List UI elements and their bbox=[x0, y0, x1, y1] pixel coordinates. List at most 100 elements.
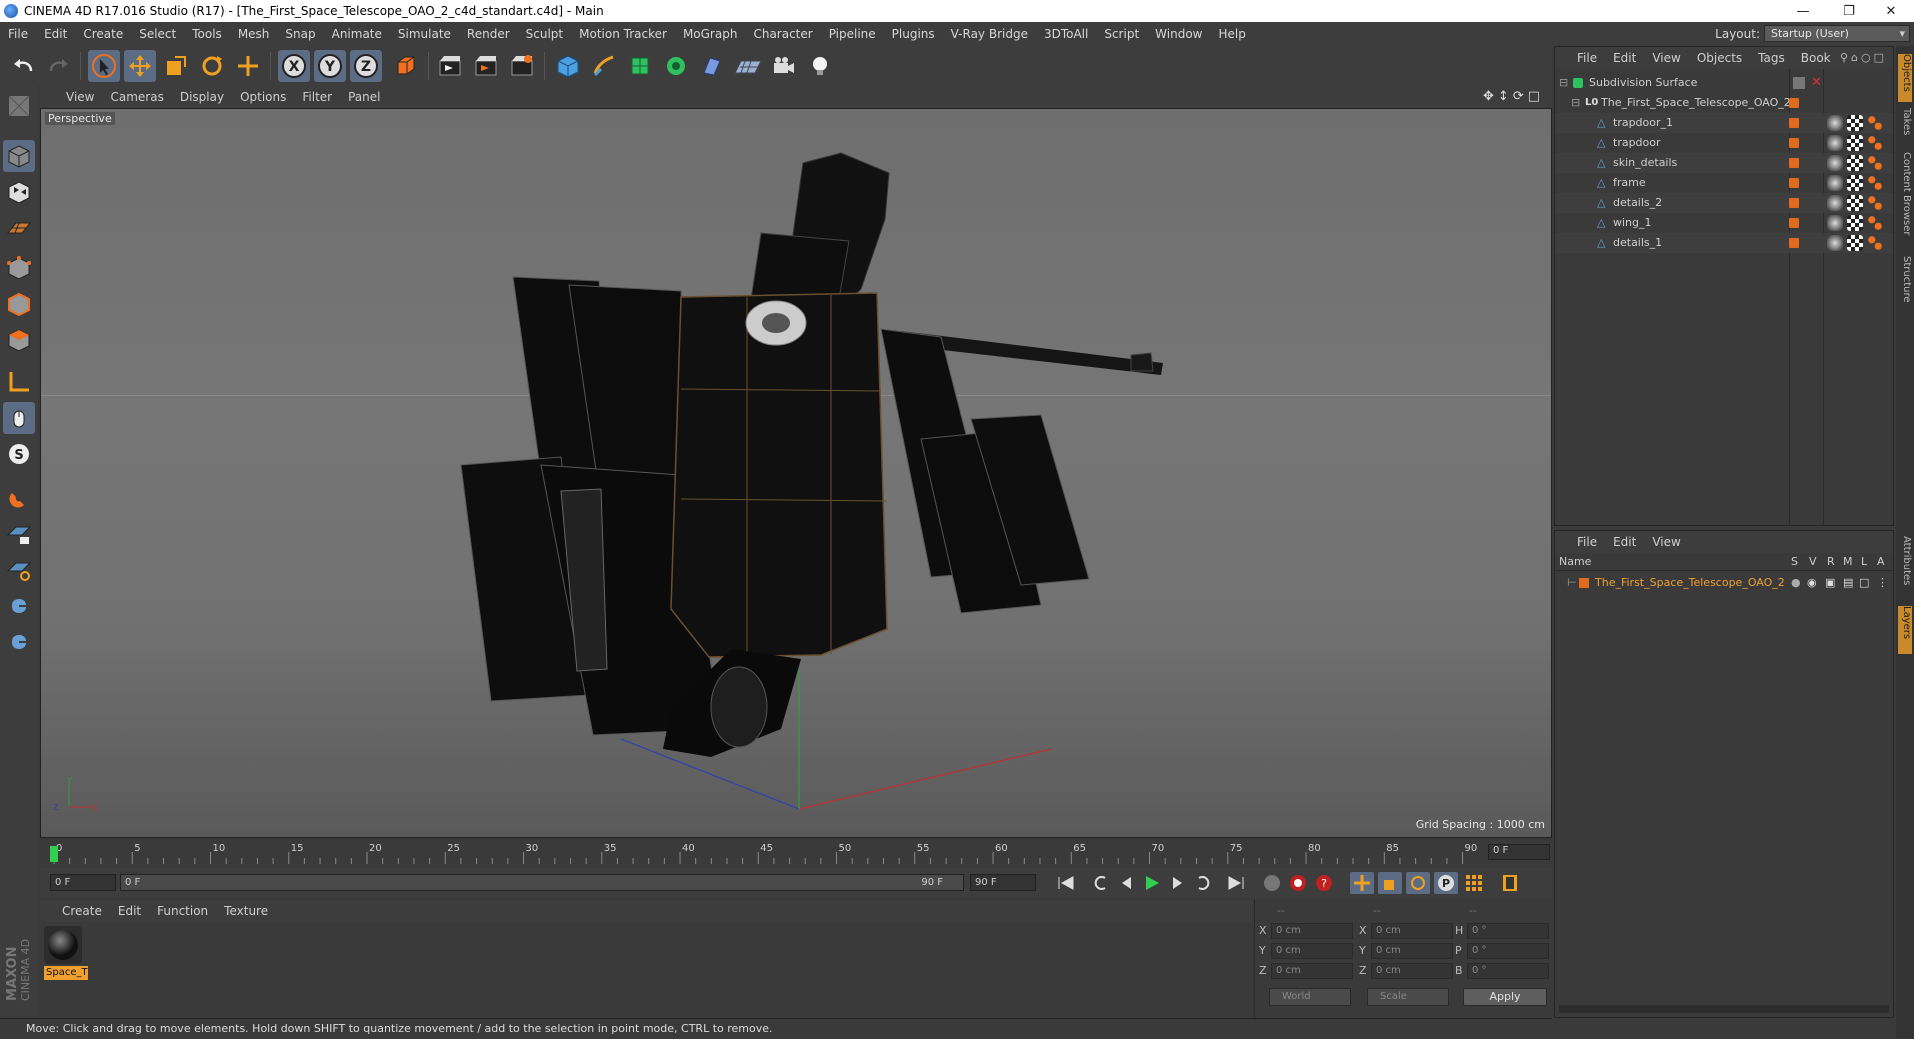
phong-tag-icon[interactable] bbox=[1827, 195, 1843, 211]
lock-workplane-icon[interactable] bbox=[3, 518, 35, 550]
render-picture-viewer-icon[interactable] bbox=[470, 50, 502, 82]
size-y-field[interactable]: 0 cm bbox=[1371, 943, 1453, 959]
solo-icon[interactable]: S bbox=[3, 438, 35, 470]
material-thumbnail[interactable] bbox=[44, 926, 82, 964]
x-axis-icon[interactable]: X bbox=[278, 50, 310, 82]
cube-icon[interactable] bbox=[552, 50, 584, 82]
satellite-model[interactable] bbox=[41, 109, 1552, 838]
uvw-tag-icon[interactable] bbox=[1847, 115, 1863, 131]
vp-menu-options[interactable]: Options bbox=[232, 90, 294, 104]
minimize-icon[interactable]: — bbox=[1780, 0, 1826, 22]
edit-check-icon[interactable] bbox=[1793, 77, 1805, 89]
snap-icon[interactable] bbox=[3, 482, 35, 514]
go-to-end-icon[interactable] bbox=[1224, 872, 1248, 894]
apply-button[interactable]: Apply bbox=[1463, 988, 1547, 1006]
next-frame-icon[interactable] bbox=[1166, 872, 1190, 894]
material-tag-icon[interactable] bbox=[1867, 175, 1883, 191]
layer-lock-toggle[interactable]: □ bbox=[1859, 573, 1869, 593]
layer-color-swatch[interactable] bbox=[1789, 98, 1799, 108]
menu-window[interactable]: Window bbox=[1147, 27, 1210, 41]
layer-color-swatch[interactable] bbox=[1789, 178, 1799, 188]
coordinate-system-icon[interactable] bbox=[390, 50, 422, 82]
menu-3dtoall[interactable]: 3DToAll bbox=[1036, 27, 1096, 41]
coordinate-mode-select[interactable]: World bbox=[1269, 988, 1351, 1006]
viewport-navigation-icons[interactable]: ✥↕⟳□ bbox=[1483, 89, 1544, 104]
cloner-icon[interactable] bbox=[660, 50, 692, 82]
om-menu-book[interactable]: Book bbox=[1793, 51, 1839, 65]
size-x-field[interactable]: 0 cm bbox=[1371, 923, 1453, 939]
layer-color-swatch[interactable] bbox=[1789, 158, 1799, 168]
z-axis-icon[interactable]: Z bbox=[350, 50, 382, 82]
tab-structure[interactable]: Structure bbox=[1898, 256, 1912, 312]
menu-edit[interactable]: Edit bbox=[36, 27, 75, 41]
rotate-icon[interactable] bbox=[196, 50, 228, 82]
close-icon[interactable]: ✕ bbox=[1868, 0, 1914, 22]
rotation-p-field[interactable]: 0 ° bbox=[1467, 943, 1549, 959]
menu-vray-bridge[interactable]: V-Ray Bridge bbox=[943, 27, 1036, 41]
restore-icon[interactable]: ❐ bbox=[1826, 0, 1872, 22]
motion-record-icon[interactable] bbox=[1260, 872, 1284, 894]
points-mode-icon[interactable] bbox=[3, 252, 35, 284]
menu-animate[interactable]: Animate bbox=[324, 27, 390, 41]
go-to-start-icon[interactable] bbox=[1054, 872, 1078, 894]
scale-icon[interactable] bbox=[160, 50, 192, 82]
mat-menu-function[interactable]: Function bbox=[149, 904, 216, 918]
pen-icon[interactable] bbox=[588, 50, 620, 82]
phong-tag-icon[interactable] bbox=[1827, 135, 1843, 151]
menu-plugins[interactable]: Plugins bbox=[884, 27, 943, 41]
perspective-viewport[interactable]: Perspective Y X Z Grid Spacing: 1000 cm bbox=[40, 108, 1552, 838]
om-menu-edit[interactable]: Edit bbox=[1605, 51, 1644, 65]
tab-layers[interactable]: Layers bbox=[1898, 606, 1912, 654]
vp-menu-display[interactable]: Display bbox=[172, 90, 232, 104]
menu-file[interactable]: File bbox=[0, 27, 36, 41]
material-tag-icon[interactable] bbox=[1867, 155, 1883, 171]
camera-icon[interactable] bbox=[768, 50, 800, 82]
python-script-icon[interactable] bbox=[3, 590, 35, 622]
object-row[interactable]: △ trapdoor bbox=[1555, 133, 1893, 153]
om-menu-tags[interactable]: Tags bbox=[1750, 51, 1793, 65]
menu-character[interactable]: Character bbox=[745, 27, 820, 41]
disabled-x-icon[interactable]: ✕ bbox=[1811, 73, 1822, 93]
mat-menu-edit[interactable]: Edit bbox=[110, 904, 149, 918]
object-row[interactable]: △ frame bbox=[1555, 173, 1893, 193]
menu-create[interactable]: Create bbox=[75, 27, 131, 41]
key-rotation-icon[interactable] bbox=[1406, 872, 1430, 894]
object-row[interactable]: ⊟ Subdivision Surface ✕ bbox=[1555, 73, 1893, 93]
render-view-icon[interactable] bbox=[434, 50, 466, 82]
vp-menu-filter[interactable]: Filter bbox=[294, 90, 340, 104]
menu-snap[interactable]: Snap bbox=[277, 27, 323, 41]
menu-tools[interactable]: Tools bbox=[184, 27, 230, 41]
mat-menu-create[interactable]: Create bbox=[54, 904, 110, 918]
undo-icon[interactable] bbox=[8, 50, 40, 82]
workplane-icon[interactable] bbox=[3, 212, 35, 244]
size-mode-select[interactable]: Scale bbox=[1367, 988, 1449, 1006]
layer-horizontal-scrollbar[interactable] bbox=[1559, 1005, 1889, 1013]
rotation-h-field[interactable]: 0 ° bbox=[1467, 923, 1549, 939]
position-x-field[interactable]: 0 cm bbox=[1271, 923, 1353, 939]
object-row[interactable]: △ trapdoor_1 bbox=[1555, 113, 1893, 133]
layer-color-swatch[interactable] bbox=[1789, 198, 1799, 208]
position-z-field[interactable]: 0 cm bbox=[1271, 963, 1353, 979]
layer-animation-toggle[interactable]: ⋮ bbox=[1877, 573, 1888, 593]
menu-script[interactable]: Script bbox=[1096, 27, 1147, 41]
light-icon[interactable] bbox=[804, 50, 836, 82]
y-axis-icon[interactable]: Y bbox=[314, 50, 346, 82]
phong-tag-icon[interactable] bbox=[1827, 175, 1843, 191]
vp-menu-panel[interactable]: Panel bbox=[340, 90, 388, 104]
uvw-tag-icon[interactable] bbox=[1847, 215, 1863, 231]
layer-color-swatch[interactable] bbox=[1789, 138, 1799, 148]
phong-tag-icon[interactable] bbox=[1827, 235, 1843, 251]
material-tag-icon[interactable] bbox=[1867, 235, 1883, 251]
layer-render-toggle[interactable]: ▣ bbox=[1825, 573, 1835, 593]
key-position-icon[interactable] bbox=[1350, 872, 1374, 894]
uvw-tag-icon[interactable] bbox=[1847, 135, 1863, 151]
end-frame-field[interactable]: 90 F bbox=[970, 874, 1036, 891]
floor-icon[interactable] bbox=[732, 50, 764, 82]
position-y-field[interactable]: 0 cm bbox=[1271, 943, 1353, 959]
model-mode-icon[interactable] bbox=[3, 140, 35, 172]
key-scale-icon[interactable] bbox=[1378, 872, 1402, 894]
previous-frame-icon[interactable] bbox=[1114, 872, 1138, 894]
uvw-tag-icon[interactable] bbox=[1847, 155, 1863, 171]
material-label[interactable]: Space_T bbox=[44, 966, 88, 980]
texture-mode-icon[interactable] bbox=[3, 176, 35, 208]
